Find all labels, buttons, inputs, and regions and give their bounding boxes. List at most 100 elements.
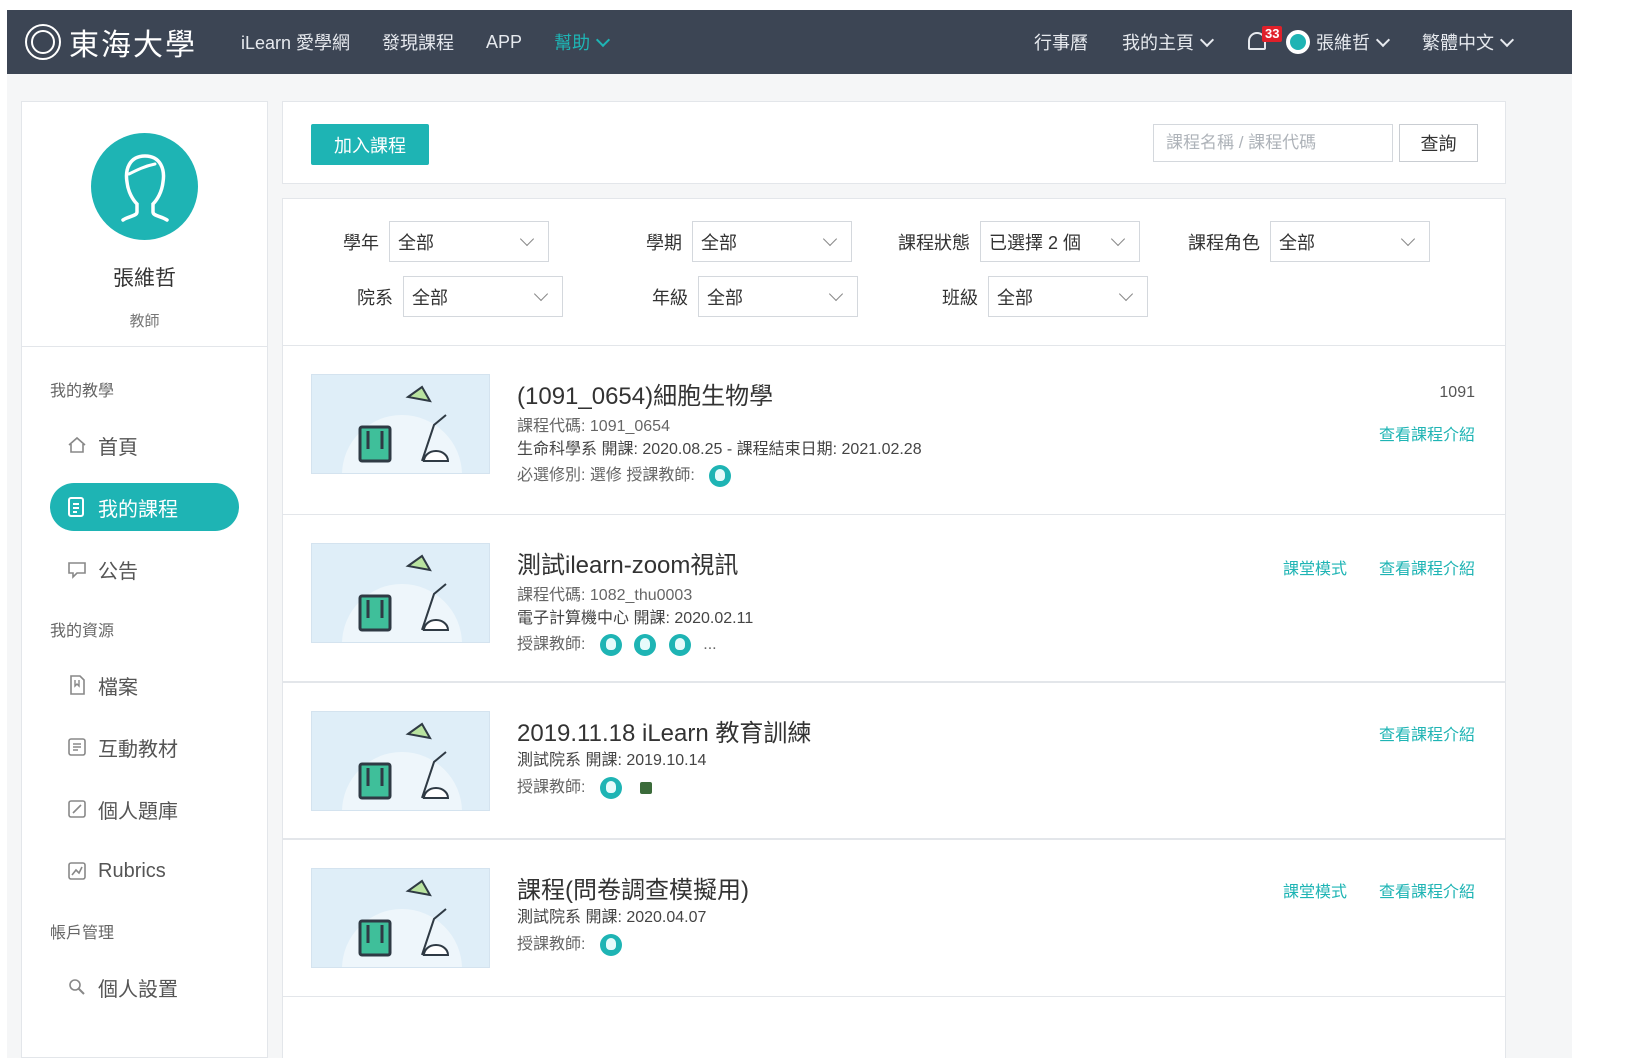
sidebar-item-my-courses[interactable]: 我的課程 <box>50 483 239 531</box>
nav-calendar[interactable]: 行事曆 <box>1034 29 1088 55</box>
teacher-avatar-icon[interactable] <box>709 464 732 487</box>
home-icon <box>66 434 88 456</box>
course-info: 電子計算機中心 開課: 2020.02.11 <box>517 610 754 627</box>
sidebar-item-question-bank[interactable]: 個人題庫 <box>50 785 239 833</box>
profile-name: 張維哲 <box>113 267 176 290</box>
course-thumbnail[interactable] <box>311 868 490 968</box>
sidebar-item-label: 公告 <box>98 560 138 583</box>
teacher-avatar-icon[interactable] <box>634 633 657 656</box>
filter-course-status: 課程狀態 已選擇 2 個 <box>898 221 1140 262</box>
interactive-material-icon <box>66 736 88 758</box>
course-card[interactable]: (1091_0654)細胞生物學 課程代碼: 1091_0654 生命科學系 開… <box>282 345 1506 515</box>
sidebar-item-files[interactable]: 檔案 <box>50 661 239 709</box>
course-extra: 必選修別: 選修 授課教師: <box>517 467 695 484</box>
course-card[interactable]: 2019.11.18 iLearn 教育訓練 測試院系 開課: 2019.10.… <box>282 682 1506 839</box>
sidebar-item-announcements[interactable]: 公告 <box>50 545 239 593</box>
course-info: 測試院系 開課: 2019.10.14 <box>517 752 707 769</box>
chart-icon <box>66 860 88 882</box>
course-card[interactable]: 課程(問卷調查模擬用) 測試院系 開課: 2020.04.07 授課教師: 課堂… <box>282 839 1506 999</box>
teacher-avatar-icon[interactable] <box>599 776 622 799</box>
filter-label: 課程狀態 <box>898 232 970 253</box>
classroom-mode-link[interactable]: 課堂模式 <box>1283 878 1347 902</box>
filter-value: 全部 <box>997 287 1033 308</box>
teacher-avatar-icon[interactable] <box>668 633 691 656</box>
sidebar-item-label: 首頁 <box>98 436 138 459</box>
course-title[interactable]: 測試ilearn-zoom視訊 <box>517 545 738 580</box>
course-card[interactable]: 測試ilearn-zoom視訊 課程代碼: 1082_thu0003 電子計算機… <box>282 514 1506 682</box>
filter-panel: 學年 全部 學期 全部 課程狀態 已選擇 2 個 課程角色 全部 院系 全部 年… <box>282 198 1506 345</box>
bell-icon: 33 <box>1246 26 1283 54</box>
course-title[interactable]: (1091_0654)細胞生物學 <box>517 376 773 411</box>
course-status-select[interactable]: 已選擇 2 個 <box>980 221 1140 262</box>
more-teachers[interactable]: ... <box>703 636 716 653</box>
nav-my-home[interactable]: 我的主頁 <box>1122 29 1215 55</box>
nav-help[interactable]: 幫助 <box>554 29 611 55</box>
filter-course-role: 課程角色 全部 <box>1188 221 1430 262</box>
course-title[interactable]: 課程(問卷調查模擬用) <box>517 870 749 905</box>
class-select[interactable]: 全部 <box>988 276 1148 317</box>
course-code: 課程代碼: 1091_0654 <box>517 418 670 435</box>
section-my-resources: 我的資源 <box>50 623 115 640</box>
chevron-down-icon <box>1118 286 1134 302</box>
semester-select[interactable]: 全部 <box>692 221 852 262</box>
teacher-avatar-icon[interactable] <box>599 933 622 956</box>
course-intro-link[interactable]: 查看課程介紹 <box>1379 878 1475 902</box>
language-menu[interactable]: 繁體中文 <box>1422 29 1515 55</box>
sidebar-item-label: 互動教材 <box>98 738 178 761</box>
university-logo[interactable]: 東海大學 <box>25 20 225 64</box>
course-title[interactable]: 2019.11.18 iLearn 教育訓練 <box>517 713 811 748</box>
notifications-button[interactable]: 33 <box>1246 26 1283 54</box>
nav-ilearn[interactable]: iLearn 愛學網 <box>241 29 350 55</box>
filter-value: 全部 <box>701 232 737 253</box>
filter-value: 全部 <box>398 232 434 253</box>
course-search-input[interactable] <box>1153 124 1393 162</box>
add-course-button[interactable]: 加入課程 <box>311 124 429 165</box>
course-info: 生命科學系 開課: 2020.08.25 - 課程結束日期: 2021.02.2… <box>517 441 922 458</box>
nav-my-home-label: 我的主頁 <box>1122 33 1194 53</box>
classroom-mode-link[interactable]: 課堂模式 <box>1283 555 1347 579</box>
lamp-book-illustration <box>342 879 462 967</box>
filter-grade: 年級 全部 <box>652 276 858 317</box>
grade-select[interactable]: 全部 <box>698 276 858 317</box>
course-thumbnail[interactable] <box>311 374 490 474</box>
course-toolbar: 加入課程 查詢 <box>282 101 1506 184</box>
sidebar-item-interactive-materials[interactable]: 互動教材 <box>50 723 239 771</box>
academic-year-select[interactable]: 全部 <box>389 221 549 262</box>
user-menu[interactable]: 張維哲 <box>1286 29 1391 55</box>
sidebar-item-rubrics[interactable]: Rubrics <box>50 847 239 895</box>
course-thumbnail[interactable] <box>311 543 490 643</box>
department-select[interactable]: 全部 <box>403 276 563 317</box>
search-button[interactable]: 查詢 <box>1399 124 1478 162</box>
chevron-down-icon <box>533 286 549 302</box>
sidebar-item-label: 個人設置 <box>98 978 178 1001</box>
course-code: 課程代碼: 1082_thu0003 <box>517 587 693 604</box>
filter-value: 全部 <box>412 287 448 308</box>
section-my-teaching: 我的教學 <box>50 383 115 400</box>
course-intro-link[interactable]: 查看課程介紹 <box>1379 555 1475 579</box>
language-label: 繁體中文 <box>1422 33 1494 53</box>
filter-value: 已選擇 2 個 <box>989 232 1082 253</box>
sidebar-item-label: Rubrics <box>98 859 166 882</box>
document-icon <box>66 496 88 518</box>
course-teachers-row: 授課教師: <box>517 930 630 956</box>
nav-discover-courses[interactable]: 發現課程 <box>382 29 454 55</box>
wrench-icon <box>66 976 88 998</box>
chevron-down-icon <box>828 286 844 302</box>
course-thumbnail[interactable] <box>311 711 490 811</box>
profile-card: 張維哲 教師 <box>22 102 267 347</box>
lamp-book-illustration <box>342 554 462 642</box>
sidebar-item-home[interactable]: 首頁 <box>50 421 239 469</box>
user-name: 張維哲 <box>1316 33 1370 53</box>
nav-app[interactable]: APP <box>486 32 522 53</box>
megaphone-icon <box>66 558 88 580</box>
file-icon <box>66 674 88 696</box>
teacher-photo-icon[interactable] <box>640 781 653 794</box>
course-role-select[interactable]: 全部 <box>1270 221 1430 262</box>
teacher-avatar-icon[interactable] <box>599 633 622 656</box>
course-intro-link[interactable]: 查看課程介紹 <box>1379 421 1475 445</box>
avatar[interactable] <box>91 133 198 240</box>
course-card-partial <box>282 996 1506 1058</box>
course-intro-link[interactable]: 查看課程介紹 <box>1379 721 1475 745</box>
filter-label: 年級 <box>652 287 688 308</box>
sidebar-item-settings[interactable]: 個人設置 <box>50 963 239 1011</box>
